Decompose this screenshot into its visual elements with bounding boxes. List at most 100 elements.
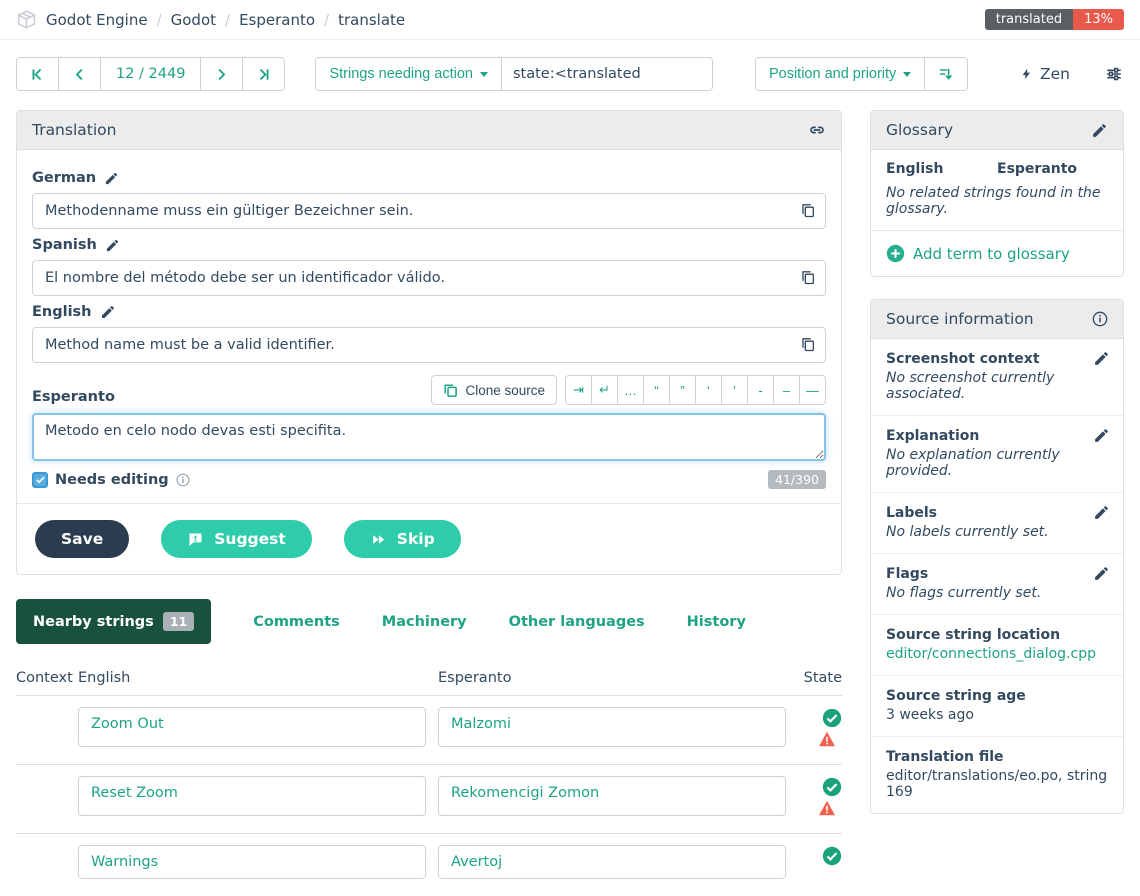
tab-other-languages[interactable]: Other languages [509,614,645,630]
esperanto-cell[interactable]: Malzomi [438,707,786,747]
explanation-section: Explanation No explanation currently pro… [871,416,1123,493]
table-row: Zoom Out Malzomi [16,695,842,764]
translated-check-icon [822,846,842,866]
breadcrumb-project[interactable]: Godot Engine [46,11,148,29]
permalink-button[interactable] [808,121,826,139]
insert-right-double-quote-button[interactable]: ” [669,375,696,405]
last-page-button[interactable] [242,57,285,91]
esperanto-cell[interactable]: Rekomencigi Zomon [438,776,786,816]
suggest-button[interactable]: Suggest [161,520,312,558]
preferences-button[interactable] [1104,65,1124,83]
section-title: Explanation [886,428,1108,444]
section-text: editor/translations/eo.po, string 169 [886,768,1108,800]
skip-button[interactable]: Skip [344,520,461,558]
source-location-link[interactable]: editor/connections_dialog.cpp [886,646,1096,662]
insert-em-dash-button[interactable]: — [799,375,826,405]
section-text: No screenshot currently associated. [886,370,1108,402]
breadcrumb: Godot Engine / Godot / Esperanto / trans… [16,9,405,30]
fast-forward-icon [370,532,387,547]
breadcrumb-language[interactable]: Esperanto [239,11,315,29]
state-cell [798,845,842,879]
insert-tab-button[interactable]: ⇥ [565,375,592,405]
suggestion-bubble-icon [187,531,204,548]
language-label-english: English [32,304,826,320]
edit-pencil-icon[interactable] [1093,565,1110,582]
edit-pencil-icon[interactable] [1093,350,1110,367]
first-page-button[interactable] [16,57,59,91]
state-cell [798,776,842,816]
section-title: Screenshot context [886,351,1108,367]
sort-direction-button[interactable] [924,57,968,91]
character-counter: 41/390 [768,470,826,489]
sort-group: Position and priority [755,57,968,91]
detail-tabs: Nearby strings 11 Comments Machinery Oth… [16,599,842,644]
warning-triangle-icon [818,731,836,747]
insert-left-single-quote-button[interactable]: ‘ [695,375,722,405]
table-row: Reset Zoom Rekomencigi Zomon [16,764,842,833]
english-cell[interactable]: Zoom Out [78,707,426,747]
info-icon[interactable] [176,473,190,487]
zen-mode-button[interactable]: Zen [1020,65,1070,83]
german-translation-field: Methodenname muss ein gültiger Bezeichne… [32,193,826,229]
insert-newline-button[interactable]: ↵ [591,375,618,405]
special-characters-group: ⇥ ↵ … “ ” ‘ ’ - – — [565,375,826,405]
english-cell[interactable]: Warnings [78,845,426,879]
translation-actions: Save Suggest Skip [17,503,841,574]
insert-ellipsis-button[interactable]: … [617,375,644,405]
tab-machinery[interactable]: Machinery [382,614,467,630]
check-icon [35,474,46,485]
sort-dropdown-button[interactable]: Position and priority [755,57,925,91]
add-term-to-glossary-button[interactable]: Add term to glossary [871,230,1123,276]
filter-dropdown-button[interactable]: Strings needing action [315,57,502,91]
translation-panel: Translation German Methodenname muss ein… [16,110,842,575]
edit-pencil-icon[interactable] [100,304,116,320]
tab-nearby-strings[interactable]: Nearby strings 11 [16,599,211,644]
language-label-esperanto: Esperanto [32,389,115,405]
first-page-icon [30,67,45,82]
next-page-button[interactable] [200,57,243,91]
previous-page-button[interactable] [58,57,101,91]
tab-comments[interactable]: Comments [253,614,340,630]
insert-hyphen-button[interactable]: - [747,375,774,405]
copy-icon[interactable] [800,202,816,222]
lightning-bolt-icon [1020,66,1033,82]
labels-section: Labels No labels currently set. [871,493,1123,554]
clone-source-button[interactable]: Clone source [431,375,557,405]
translation-editor-textarea[interactable]: Metodo en celo nodo devas esti specifita… [32,413,826,461]
section-title: Source string location [886,627,1108,643]
glossary-empty-message: No related strings found in the glossary… [871,185,1123,230]
spanish-translation-field: El nombre del método debe ser un identif… [32,260,826,296]
insert-left-double-quote-button[interactable]: “ [643,375,670,405]
tab-history[interactable]: History [687,614,746,630]
breadcrumb-separator: / [225,11,230,29]
edit-pencil-icon[interactable] [1091,122,1108,139]
breadcrumb-component[interactable]: Godot [171,11,216,29]
glossary-panel-header: Glossary [871,111,1123,150]
english-source-field: Method name must be a valid identifier. [32,327,826,363]
insert-en-dash-button[interactable]: – [773,375,800,405]
copy-icon[interactable] [800,336,816,356]
page-position-counter: 12 / 2449 [100,57,201,91]
edit-pencil-icon[interactable] [1093,504,1110,521]
section-title: Flags [886,566,1108,582]
section-title: Labels [886,505,1108,521]
insert-right-single-quote-button[interactable]: ’ [721,375,748,405]
edit-pencil-icon[interactable] [1093,427,1110,444]
language-label-german: German [32,170,826,186]
sort-descending-icon [938,66,954,82]
main-content: Translation German Methodenname muss ein… [0,106,1140,896]
esperanto-cell[interactable]: Avertoj [438,845,786,879]
section-text: No flags currently set. [886,585,1108,601]
translation-panel-header: Translation [17,111,841,150]
edit-pencil-icon[interactable] [105,238,120,253]
info-icon[interactable] [1092,311,1108,327]
needs-editing-checkbox[interactable] [32,472,48,488]
section-text: No explanation currently provided. [886,447,1108,479]
translated-check-icon [822,777,842,797]
search-query-input[interactable] [501,57,713,91]
copy-icon[interactable] [800,269,816,289]
breadcrumb-page[interactable]: translate [338,11,405,29]
save-button[interactable]: Save [35,520,129,558]
edit-pencil-icon[interactable] [104,171,119,186]
english-cell[interactable]: Reset Zoom [78,776,426,816]
